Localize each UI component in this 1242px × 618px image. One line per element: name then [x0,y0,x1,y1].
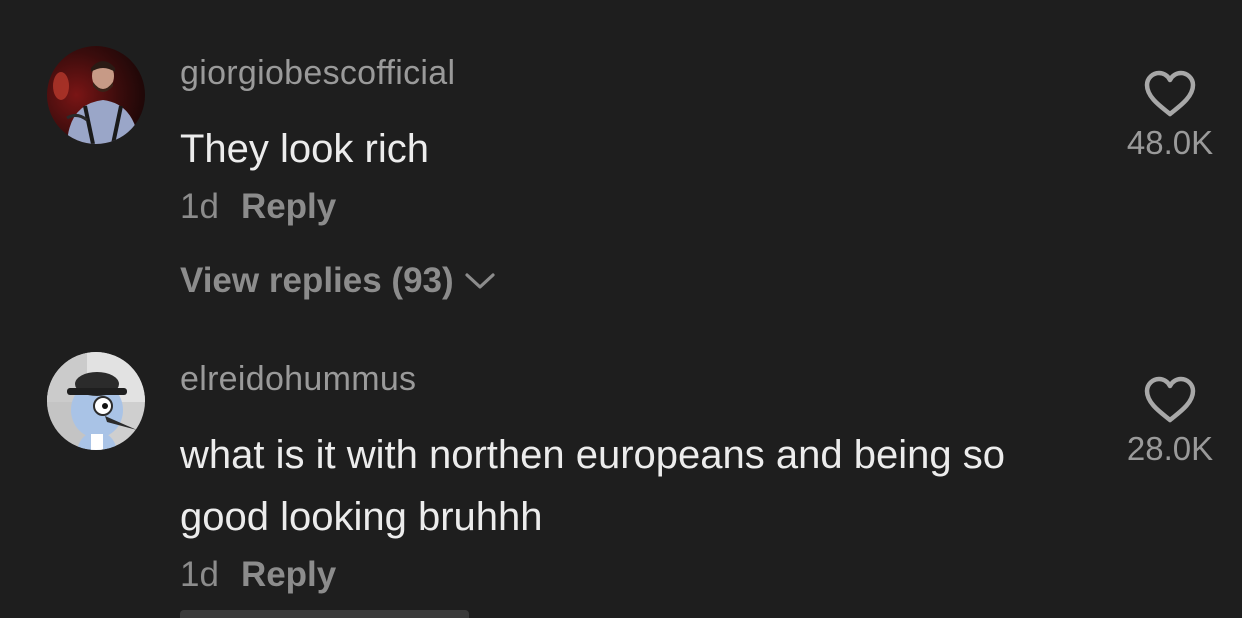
comment-meta: 1d Reply [180,187,336,227]
like-count: 28.0K [1126,430,1214,467]
chevron-down-icon [465,273,495,289]
comment-username[interactable]: elreidohummus [180,360,416,399]
comment-username[interactable]: giorgiobescofficial [180,54,455,93]
reply-button[interactable]: Reply [241,555,336,594]
cartoon-avatar-icon [47,352,145,450]
avatar[interactable] [47,46,145,144]
comment-time: 1d [180,187,219,226]
comment-text: They look rich [180,127,429,171]
view-replies-label: View replies (93) [180,261,454,300]
comment-meta: 1d Reply [180,555,336,595]
photo-avatar-icon [47,46,145,144]
reply-button[interactable]: Reply [241,187,336,226]
heart-icon[interactable] [1143,376,1197,424]
view-replies-button[interactable]: View replies (93) [180,261,496,301]
heart-icon[interactable] [1143,70,1197,118]
like-control: 28.0K [1118,376,1222,468]
comment-time: 1d [180,555,219,594]
comments-panel: giorgiobescofficial They look rich 1d Rep… [0,0,1242,618]
like-control: 48.0K [1118,70,1222,162]
avatar[interactable] [47,352,145,450]
next-comment-divider [180,610,469,618]
comment-text: what is it with northen europeans and be… [180,433,1005,539]
like-count: 48.0K [1126,124,1214,161]
